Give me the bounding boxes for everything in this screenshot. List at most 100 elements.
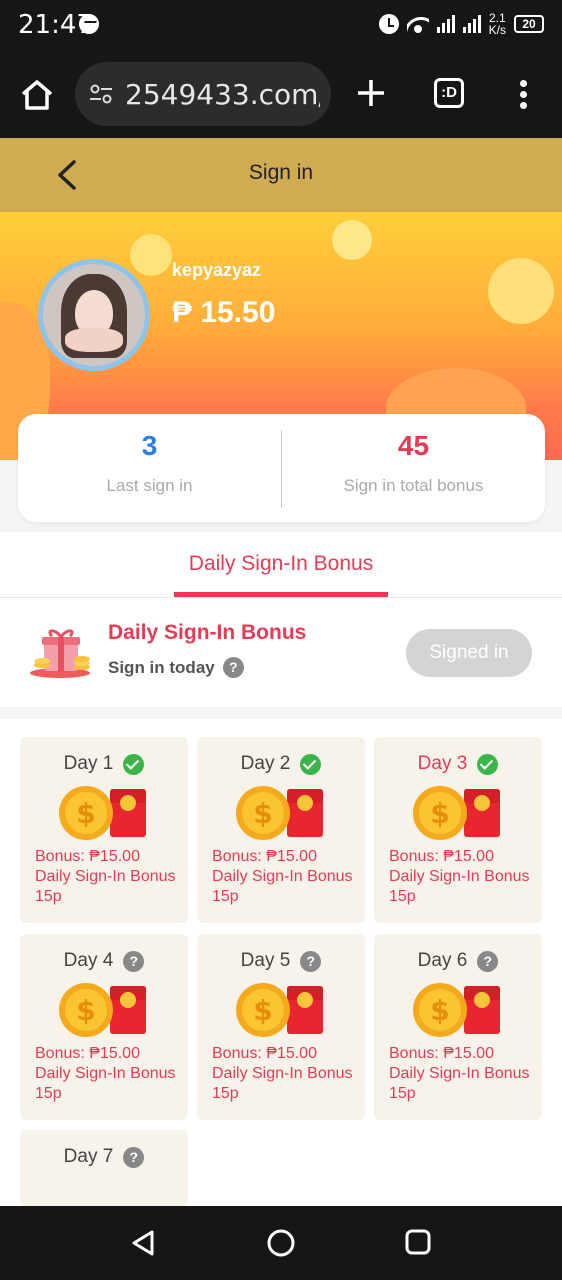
svg-text:$: $ [430,797,449,830]
signed-in-button[interactable]: Signed in [406,629,532,677]
today-bonus-title: Daily Sign-In Bonus [108,621,307,644]
day-card: Day 1 $ Bonus: ₱15.00 Daily Sign-In Bonus 15… [20,737,188,923]
today-subtitle: Sign in today ? [108,657,244,678]
tab-bar: Daily Sign-In Bonus [0,532,562,598]
new-tab-icon[interactable] [356,78,386,108]
battery-icon: 20 [514,15,544,33]
tab-switcher-button[interactable]: :D [434,78,464,108]
day-card-header: Day 5? [197,950,365,972]
day-points: 15p [212,888,239,905]
day-reward-text: Bonus: ₱15.00 Daily Sign-In Bonus 15p [389,847,539,907]
help-icon[interactable]: ? [222,657,244,678]
question-icon: ? [123,1146,145,1168]
nav-recents-icon[interactable] [404,1228,432,1256]
day-desc: Daily Sign-In Bonus [212,868,353,885]
status-icons: 2.1 K/s 20 [378,12,544,36]
day-card: Day 6? $ Bonus: ₱15.00 Daily Sign-In Bonus 1… [374,934,542,1120]
day-card: Day 4? $ Bonus: ₱15.00 Daily Sign-In Bonus 1… [20,934,188,1120]
question-icon: ? [477,950,499,972]
coin-red-envelope-icon [58,1176,150,1206]
total-bonus-stat: 45 Sign in total bonus [282,414,545,522]
sign-in-stats-card: 3 Last sign in 45 Sign in total bonus [18,414,545,522]
url-text[interactable]: 2549433.com/i [125,78,320,111]
network-speed: 2.1 K/s [489,12,506,36]
coin-red-envelope-icon: $ [58,980,150,1040]
gift-coins-icon [30,629,90,678]
day-card: Day 5? $ Bonus: ₱15.00 Daily Sign-In Bonus 1… [197,934,365,1120]
day-label: Day 1 [63,753,114,774]
balance: ₱ 15.50 [172,296,276,329]
coin-red-envelope-icon: $ [235,980,327,1040]
day-label: Day 6 [417,950,468,971]
decor-bubble [130,234,172,276]
day-desc: Daily Sign-In Bonus [35,1065,176,1082]
sign-in-today-label: Sign in today [108,657,215,677]
day-card-header: Day 4? [20,950,188,972]
day-reward-text: Bonus: ₱15.00 Daily Sign-In Bonus 15p [35,847,185,907]
coin-red-envelope-icon: $ [412,783,504,843]
question-icon: ? [300,950,322,972]
messenger-icon [79,14,99,34]
avatar [38,259,150,371]
alarm-icon [378,14,399,34]
check-icon [477,753,499,775]
last-sign-in-label: Last sign in [106,476,193,495]
day-card-header: Day 3 [374,753,542,775]
day-desc: Daily Sign-In Bonus [212,1065,353,1082]
day-bonus: Bonus: ₱15.00 [35,1045,140,1062]
signal-icon-2 [462,15,481,33]
system-navigation-bar [0,1206,562,1280]
page-title: Sign in [248,161,314,184]
wifi-icon [406,15,429,33]
check-icon [123,753,145,775]
day-desc: Daily Sign-In Bonus [389,868,530,885]
day-points: 15p [35,888,62,905]
day-card: Day 7? [20,1130,188,1206]
day-reward-text: Bonus: ₱15.00 Daily Sign-In Bonus 15p [35,1044,185,1104]
tab-active-indicator [174,592,388,597]
day-label: Day 5 [240,950,291,971]
status-bar: 21:47 2.1 K/s 20 [0,0,562,52]
day-points: 15p [389,1085,416,1102]
last-sign-in-value: 3 [141,430,158,461]
svg-text:$: $ [76,994,95,1027]
day-label: Day 7 [63,1146,114,1167]
total-bonus-value: 45 [397,430,430,461]
svg-text:$: $ [430,994,449,1027]
check-icon [300,753,322,775]
nav-home-icon[interactable] [266,1228,296,1258]
coin-red-envelope-icon: $ [235,783,327,843]
tab-daily-sign-in-bonus[interactable]: Daily Sign-In Bonus [0,552,562,576]
day-label: Day 2 [240,753,291,774]
svg-text:$: $ [76,797,95,830]
username: kepyazyaz [172,260,262,280]
day-bonus: Bonus: ₱15.00 [212,848,317,865]
coin-red-envelope-icon: $ [412,980,504,1040]
day-label: Day 3 [417,753,468,774]
day-card: Day 3 $ Bonus: ₱15.00 Daily Sign-In Bonus 15… [374,737,542,923]
more-menu-icon[interactable] [520,80,528,109]
day-points: 15p [35,1085,62,1102]
nav-back-icon[interactable] [128,1228,158,1258]
svg-text:$: $ [253,994,272,1027]
svg-text:$: $ [253,797,272,830]
last-sign-in-stat: 3 Last sign in [18,414,281,522]
site-settings-icon[interactable] [89,82,113,106]
page-header: Sign in [0,138,562,212]
day-card-header: Day 1 [20,753,188,775]
day-bonus: Bonus: ₱15.00 [35,848,140,865]
decor-bubble [488,258,554,324]
signal-icon [436,15,455,33]
network-speed-unit: K/s [488,23,506,37]
home-icon[interactable] [20,78,54,112]
day-label: Day 4 [63,950,114,971]
day-card-header: Day 2 [197,753,365,775]
day-card-header: Day 6? [374,950,542,972]
day-bonus: Bonus: ₱15.00 [212,1045,317,1062]
decor-bubble [332,220,372,260]
day-points: 15p [212,1085,239,1102]
day-reward-text: Bonus: ₱15.00 Daily Sign-In Bonus 15p [212,847,362,907]
today-sign-in-row: Daily Sign-In Bonus Sign in today ? Sign… [0,599,562,707]
day-bonus: Bonus: ₱15.00 [389,848,494,865]
url-bar[interactable]: 2549433.com/i [75,62,331,126]
